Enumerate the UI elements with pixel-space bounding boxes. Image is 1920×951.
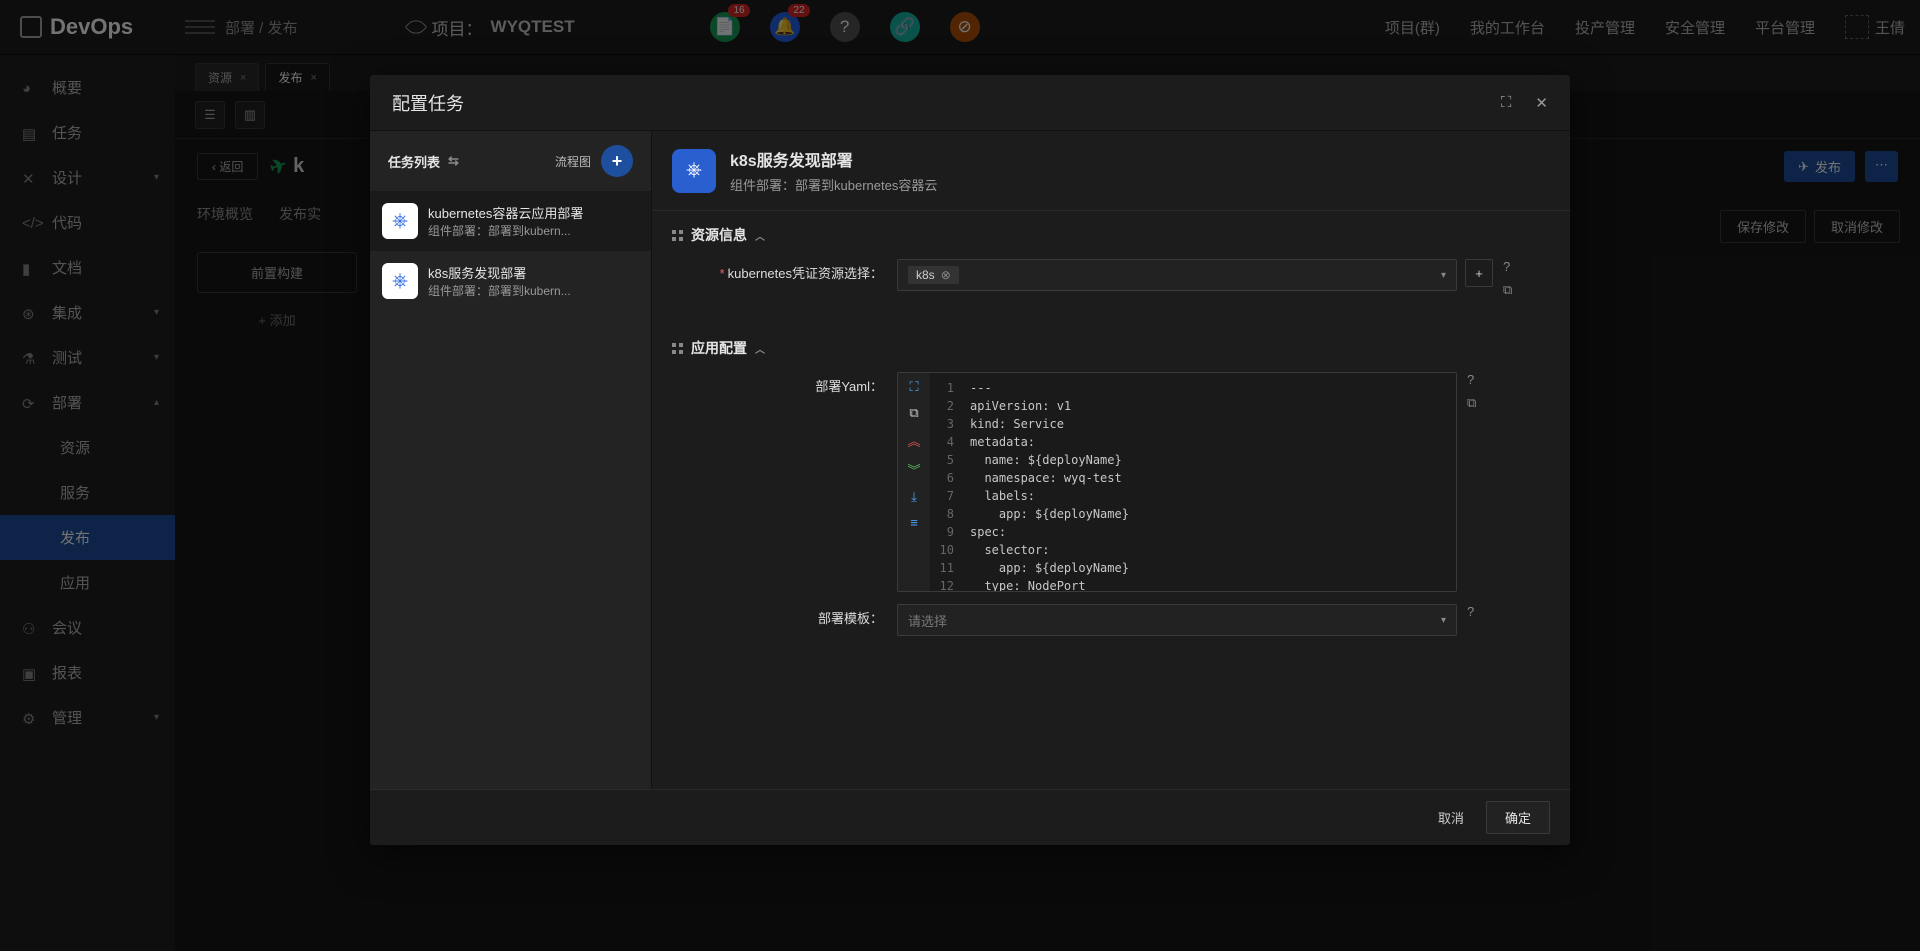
collapse-up-icon[interactable]: ︽ — [907, 431, 920, 450]
config-panel: ⎈ k8s服务发现部署 组件部署：部署到kubernetes容器云 资源信息︿ … — [652, 131, 1570, 789]
task-subtitle: 组件部署：部署到kubern... — [428, 222, 583, 239]
appconfig-section: 应用配置︿ 部署Yaml： ⛶ ⧉ ︽ ︾ ⤓ ≡ — [652, 324, 1570, 662]
editor-toolbar: ⛶ ⧉ ︽ ︾ ⤓ ≡ — [898, 373, 930, 591]
task-list-panel: 任务列表 ⇆ 流程图 + ⎈ kubernetes容器云应用部署 组件部署：部署… — [370, 131, 652, 789]
copy-icon[interactable]: ⧉ — [1503, 282, 1512, 298]
flowchart-link[interactable]: 流程图 — [555, 153, 591, 170]
task-title: kubernetes容器云应用部署 — [428, 203, 583, 222]
modal-footer: 取消 确定 — [370, 789, 1570, 845]
copy-icon[interactable]: ⧉ — [909, 405, 918, 421]
modal-cancel-button[interactable]: 取消 — [1428, 802, 1474, 833]
task-item[interactable]: ⎈ k8s服务发现部署 组件部署：部署到kubern... — [370, 251, 651, 311]
chevron-down-icon: ▾ — [1441, 615, 1446, 626]
select-tag: k8s⊗ — [908, 266, 959, 284]
help-icon[interactable]: ? — [1503, 259, 1512, 274]
config-task-modal: 配置任务 ⛶ ✕ 任务列表 ⇆ 流程图 + ⎈ kubernetes容器云应用部… — [370, 75, 1570, 845]
help-icon[interactable]: ? — [1467, 604, 1474, 619]
add-credential-button[interactable]: + — [1465, 259, 1493, 287]
kubernetes-icon: ⎈ — [672, 149, 716, 193]
credential-select[interactable]: k8s⊗ ▾ — [897, 259, 1457, 291]
help-icon[interactable]: ? — [1467, 372, 1476, 387]
task-list-header: 任务列表 ⇆ 流程图 + — [370, 131, 651, 191]
close-icon[interactable]: ✕ — [1535, 94, 1548, 112]
template-label: 部署模板： — [672, 604, 897, 628]
kubernetes-icon: ⎈ — [382, 263, 418, 299]
section-header[interactable]: 应用配置︿ — [672, 338, 1550, 358]
yaml-editor[interactable]: ⛶ ⧉ ︽ ︾ ⤓ ≡ 123456789101112 --- apiVersi… — [897, 372, 1457, 592]
template-placeholder: 请选择 — [908, 611, 947, 630]
modal-header: 配置任务 ⛶ ✕ — [370, 75, 1570, 131]
list-icon[interactable]: ≡ — [910, 515, 918, 530]
config-header: ⎈ k8s服务发现部署 组件部署：部署到kubernetes容器云 — [652, 131, 1570, 211]
modal-body: 任务列表 ⇆ 流程图 + ⎈ kubernetes容器云应用部署 组件部署：部署… — [370, 131, 1570, 789]
expand-down-icon[interactable]: ︾ — [907, 460, 920, 479]
chevron-down-icon: ▾ — [1441, 270, 1446, 281]
credential-row: *kubernetes凭证资源选择： k8s⊗ ▾ + ? ⧉ — [672, 259, 1550, 298]
template-row: 部署模板： 请选择 ▾ ? — [672, 604, 1550, 636]
flow-icon: ⇆ — [448, 153, 459, 169]
credential-label: *kubernetes凭证资源选择： — [672, 259, 897, 283]
chevron-up-icon: ︿ — [755, 228, 765, 243]
template-select[interactable]: 请选择 ▾ — [897, 604, 1457, 636]
line-numbers: 123456789101112 — [930, 373, 960, 591]
import-icon[interactable]: ⤓ — [911, 489, 917, 505]
yaml-label: 部署Yaml： — [672, 372, 897, 396]
maximize-icon[interactable]: ⛶ — [1501, 94, 1512, 112]
add-task-button[interactable]: + — [601, 145, 633, 177]
section-header[interactable]: 资源信息︿ — [672, 225, 1550, 245]
fullscreen-icon[interactable]: ⛶ — [909, 379, 918, 395]
kubernetes-icon: ⎈ — [382, 203, 418, 239]
resource-section: 资源信息︿ *kubernetes凭证资源选择： k8s⊗ ▾ + ? ⧉ — [652, 211, 1570, 324]
copy-icon[interactable]: ⧉ — [1467, 395, 1476, 411]
config-title: k8s服务发现部署 — [730, 147, 937, 171]
grid-icon — [672, 343, 683, 354]
task-subtitle: 组件部署：部署到kubern... — [428, 282, 571, 299]
config-subtitle: 组件部署：部署到kubernetes容器云 — [730, 175, 937, 194]
yaml-row: 部署Yaml： ⛶ ⧉ ︽ ︾ ⤓ ≡ 123456789101112 — [672, 372, 1550, 592]
grid-icon — [672, 230, 683, 241]
remove-tag-icon[interactable]: ⊗ — [941, 268, 951, 282]
code-content[interactable]: --- apiVersion: v1 kind: Service metadat… — [960, 373, 1456, 591]
modal-ok-button[interactable]: 确定 — [1486, 801, 1550, 834]
task-title: k8s服务发现部署 — [428, 263, 571, 282]
task-item[interactable]: ⎈ kubernetes容器云应用部署 组件部署：部署到kubern... — [370, 191, 651, 251]
modal-title: 配置任务 — [392, 90, 464, 116]
chevron-up-icon: ︿ — [755, 341, 765, 356]
